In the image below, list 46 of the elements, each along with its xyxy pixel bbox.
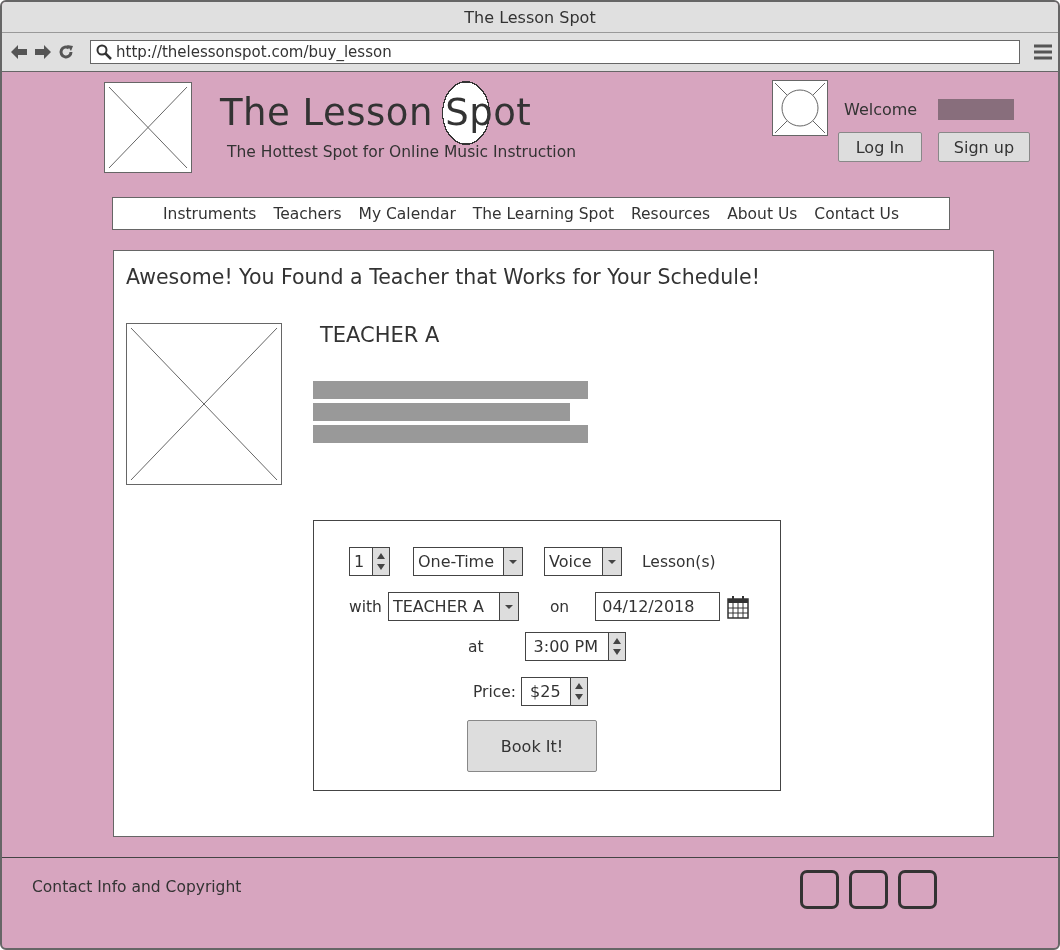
url-text: http://thelessonspot.com/buy_lesson — [116, 43, 392, 61]
nav-link[interactable]: The Learning Spot — [472, 204, 614, 223]
book-button[interactable]: Book It! — [467, 720, 597, 772]
forward-arrow-icon[interactable] — [34, 44, 52, 60]
caret-icon[interactable] — [498, 593, 518, 620]
signup-button[interactable]: Sign up — [938, 132, 1030, 162]
calendar-icon[interactable] — [727, 594, 750, 619]
window-title: The Lesson Spot — [2, 2, 1058, 33]
nav-link[interactable]: My Calendar — [358, 204, 456, 223]
time-spinner[interactable]: 3:00 PM — [524, 632, 626, 661]
nav-link[interactable]: Teachers — [273, 204, 342, 223]
avatar-placeholder — [772, 80, 828, 136]
spinner-arrows-icon[interactable] — [570, 678, 588, 705]
tagline: The Hottest Spot for Online Music Instruction — [227, 143, 576, 161]
nav-link[interactable]: Contact Us — [814, 204, 899, 223]
teacher-select[interactable]: TEACHER A — [387, 592, 519, 621]
teacher-name: TEACHER A — [320, 323, 441, 347]
back-arrow-icon[interactable] — [10, 44, 28, 60]
price-label: Price: — [473, 682, 517, 701]
login-button[interactable]: Log In — [838, 132, 922, 162]
page-heading: Awesome! You Found a Teacher that Works for Your Schedule! — [126, 265, 761, 289]
caret-icon[interactable] — [503, 548, 522, 575]
count-spinner[interactable]: 1 — [349, 547, 390, 576]
nav-link[interactable]: About Us — [727, 204, 798, 223]
social-icon[interactable] — [849, 870, 888, 909]
menu-icon[interactable] — [1034, 44, 1052, 60]
caret-icon[interactable] — [602, 548, 621, 575]
search-icon — [96, 44, 112, 60]
spinner-arrows-icon[interactable] — [607, 633, 625, 660]
date-field[interactable]: 04/12/2018 — [595, 592, 721, 621]
lesson-label: Lesson(s) — [642, 552, 716, 571]
at-label: at — [468, 637, 484, 656]
nav-link[interactable]: Instruments — [163, 204, 257, 223]
spinner-arrows-icon[interactable] — [372, 548, 389, 575]
instrument-select[interactable]: Voice — [544, 547, 622, 576]
footer-text: Contact Info and Copyright — [32, 878, 242, 896]
frequency-select[interactable]: One-Time — [413, 547, 523, 576]
nav-link[interactable]: Resources — [630, 204, 711, 223]
price-spinner[interactable]: $25 — [521, 677, 589, 706]
welcome-text: Welcome — [844, 100, 919, 119]
reload-icon[interactable] — [58, 44, 74, 60]
social-icon[interactable] — [800, 870, 839, 909]
address-field[interactable]: http://thelessonspot.com/buy_lesson — [90, 40, 1020, 64]
with-label: with — [349, 597, 382, 616]
on-label: on — [549, 597, 570, 616]
social-icon[interactable] — [898, 870, 937, 909]
